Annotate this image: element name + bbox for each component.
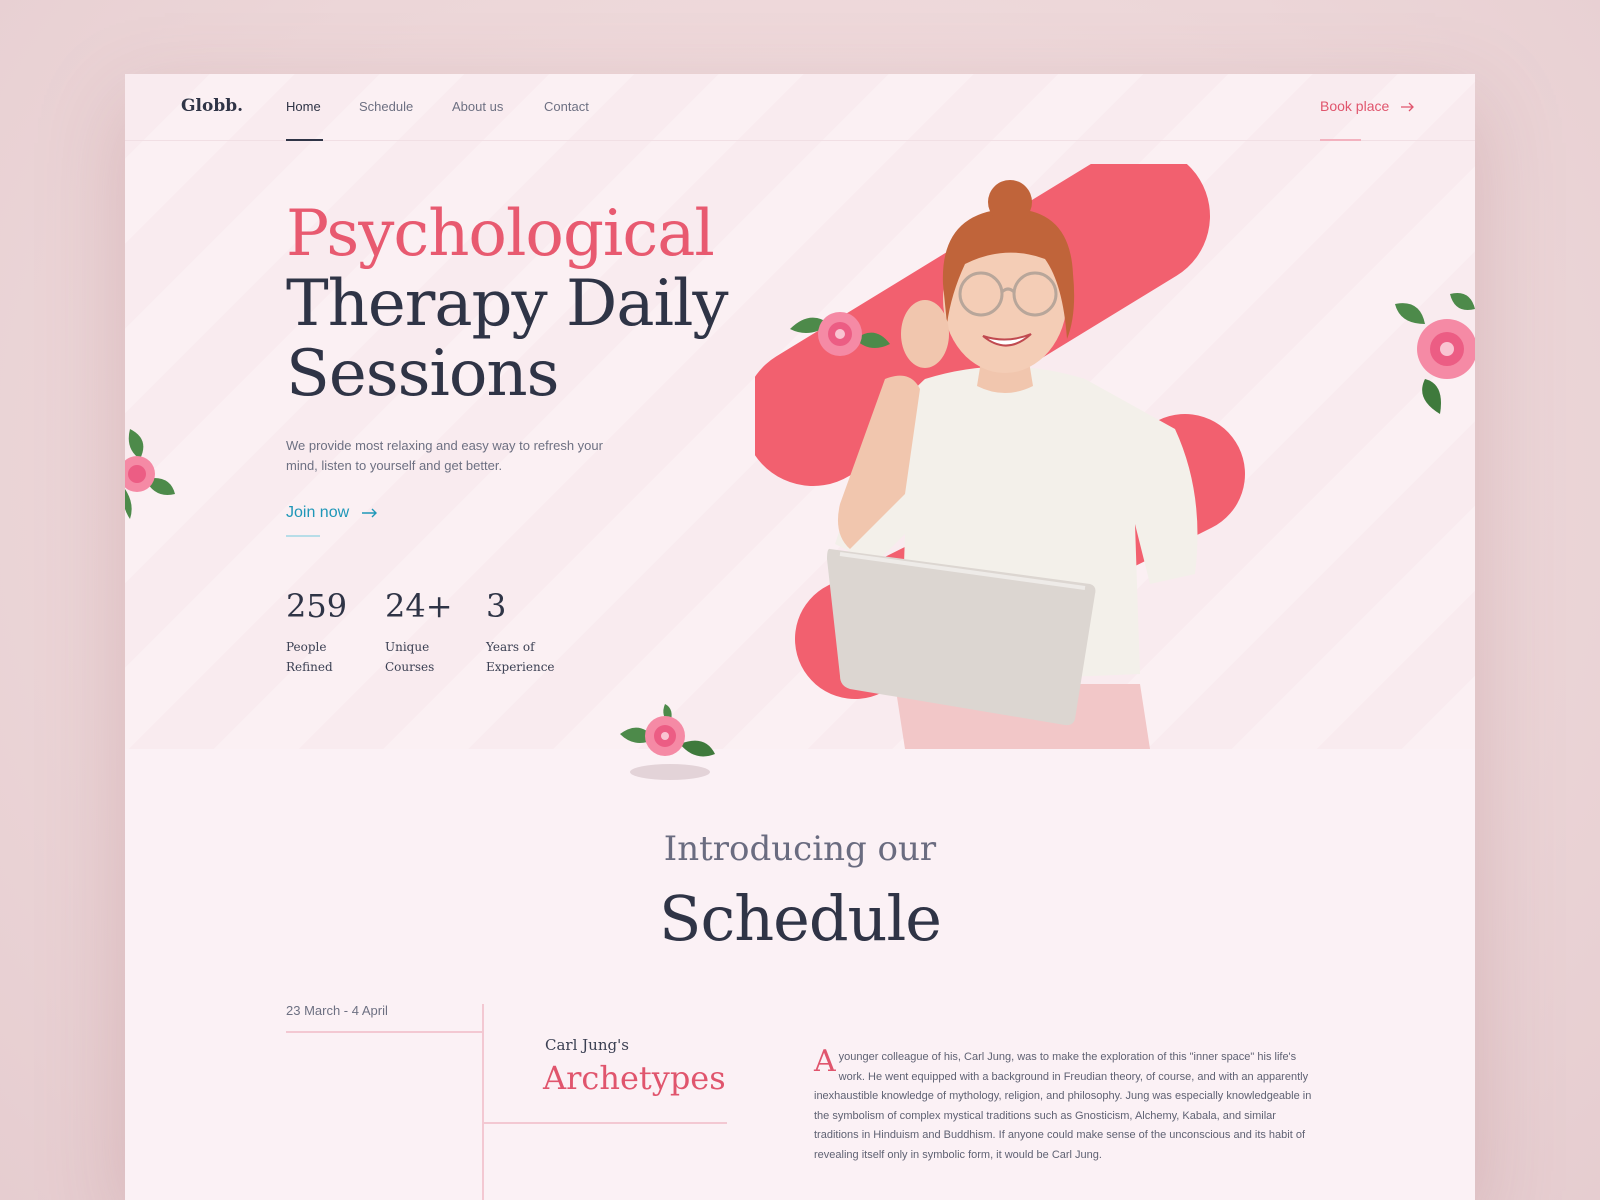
nav-about[interactable]: About us (452, 99, 503, 114)
book-place-button[interactable]: Book place (1320, 98, 1415, 114)
course-description: A younger colleague of his, Carl Jung, w… (814, 1044, 1319, 1165)
stat-label: Years of Experience (486, 640, 555, 674)
join-now-button[interactable]: Join now (286, 504, 378, 522)
schedule-date-range: 23 March - 4 April (286, 1003, 388, 1018)
nav-home[interactable]: Home (286, 99, 321, 114)
nav-schedule[interactable]: Schedule (359, 99, 413, 114)
join-now-underline (286, 535, 320, 537)
hero-illustration (755, 164, 1245, 749)
schedule-title: Schedule (659, 882, 942, 955)
stat-label: Unique Courses (385, 640, 435, 674)
logo[interactable]: Globb. (181, 96, 243, 116)
nav-contact[interactable]: Contact (544, 99, 589, 114)
stat-label: People Refined (286, 640, 333, 674)
flower-icon (620, 704, 715, 780)
top-nav: Globb. Home Schedule About us Contact Bo… (125, 74, 1475, 141)
course-subtitle: Carl Jung's (545, 1036, 629, 1054)
drop-cap: A (814, 1044, 836, 1079)
hero-title-line3: Sessions (286, 337, 559, 411)
flower-icon (125, 429, 175, 519)
arrow-right-icon (1401, 102, 1415, 112)
book-place-underline (1320, 139, 1361, 141)
flower-icon (1395, 293, 1475, 414)
stat-value: 259 (286, 587, 348, 625)
book-place-label: Book place (1320, 98, 1390, 114)
active-nav-indicator (286, 139, 323, 141)
hero-title-line1: Psychological (286, 197, 715, 271)
stat-value: 3 (486, 587, 507, 625)
divider (482, 1122, 727, 1124)
hero-title-line2: Therapy Daily (286, 267, 729, 341)
schedule-intro: Introducing our (663, 829, 937, 869)
divider (482, 1004, 484, 1200)
arrow-right-icon (361, 508, 377, 518)
hero-description: We provide most relaxing and easy way to… (286, 438, 603, 473)
hair-bun (988, 180, 1032, 224)
join-now-label: Join now (286, 504, 350, 521)
landing-page: Globb. Home Schedule About us Contact Bo… (125, 74, 1475, 1200)
divider (286, 1031, 482, 1033)
course-title[interactable]: Archetypes (543, 1059, 726, 1097)
stat-value: 24+ (385, 587, 453, 625)
course-description-text: younger colleague of his, Carl Jung, was… (814, 1051, 1312, 1161)
person-hand (901, 300, 949, 368)
